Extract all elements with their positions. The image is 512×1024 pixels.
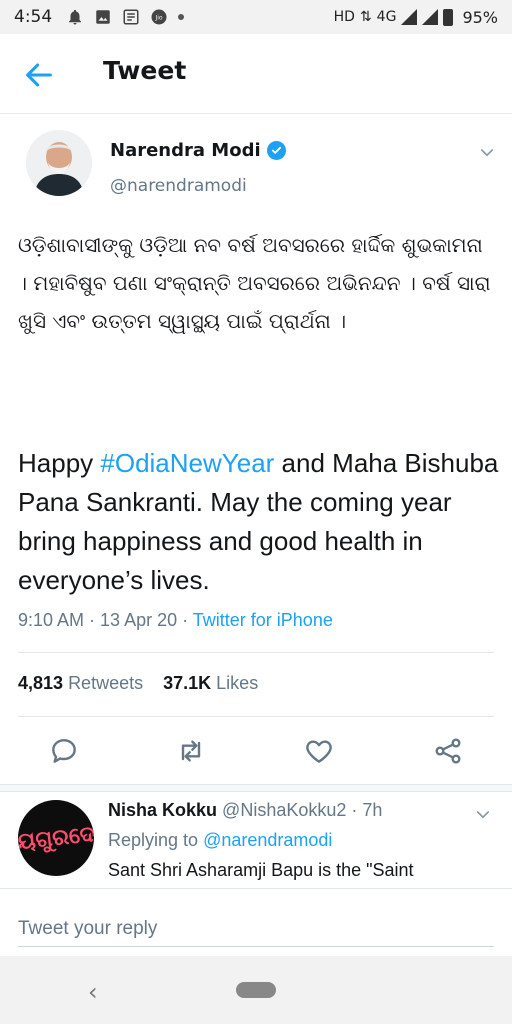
reply-header: Nisha Kokku @NishaKokku2 · 7h: [108, 800, 382, 821]
retweets-label: Retweets: [68, 673, 144, 693]
tweet-stats: 4,813 Retweets 37.1K Likes: [18, 673, 258, 694]
share-icon[interactable]: [432, 735, 464, 767]
avatar-logo-text: ଜୟଗୁରଦେବ: [18, 819, 94, 857]
hd-label: HD: [333, 9, 355, 25]
signal-icon: [401, 9, 418, 25]
reply-icon[interactable]: [48, 735, 80, 767]
chevron-down-icon[interactable]: [474, 806, 492, 824]
likes-label: Likes: [216, 673, 259, 693]
network-type: 4G: [376, 9, 397, 25]
notification-icons: Jio: [66, 8, 185, 26]
retweets-stat[interactable]: 4,813 Retweets: [18, 673, 143, 694]
likes-count: 37.1K: [163, 673, 212, 693]
system-nav-bar: ‹: [0, 956, 512, 1024]
author-avatar[interactable]: [26, 130, 92, 196]
more-notifications-dot: [178, 14, 185, 20]
nav-back-icon[interactable]: ‹: [88, 978, 98, 1006]
battery-percent: 95%: [462, 7, 498, 27]
chevron-down-icon[interactable]: [478, 144, 496, 162]
tweet-meta: 9:10 AM · 13 Apr 20 · Twitter for iPhone: [18, 610, 333, 631]
reply-author-name[interactable]: Nisha Kokku: [108, 800, 217, 820]
like-icon[interactable]: [303, 735, 335, 767]
data-arrows-icon: ⇅: [359, 9, 372, 25]
reply-age: · 7h: [351, 800, 383, 820]
tweet-timestamp: 9:10 AM · 13 Apr 20 ·: [18, 610, 193, 630]
tweet-text-english: Happy #OdiaNewYear and Maha Bishuba Pana…: [18, 444, 502, 600]
reply-input[interactable]: [18, 911, 494, 947]
status-right: HD ⇅ 4G 95%: [334, 8, 498, 27]
tweet-text-odia: ଓଡ଼ିଶାବାସୀଙ୍କୁ ଓଡ଼ିଆ ନବ ବର୍ଷ ଅବସରରେ ହାର୍…: [18, 233, 491, 333]
retweet-icon[interactable]: [175, 735, 207, 767]
battery-icon: [443, 8, 454, 26]
likes-stat[interactable]: 37.1K Likes: [163, 673, 258, 694]
replying-to: Replying to @narendramodi: [108, 830, 332, 851]
replying-to-mention[interactable]: @narendramodi: [203, 830, 332, 850]
news-icon: [123, 9, 139, 25]
author-name[interactable]: Narendra Modi: [110, 140, 286, 161]
reply-separator: [0, 784, 512, 792]
tweet-source-link[interactable]: Twitter for iPhone: [193, 610, 333, 630]
app-bar: Tweet: [0, 34, 512, 114]
bell-icon: [69, 9, 82, 25]
divider: [18, 716, 494, 717]
replying-to-label: Replying to: [108, 830, 204, 850]
divider: [18, 652, 494, 653]
signal-icon-2: [422, 9, 439, 25]
page-title: Tweet: [103, 56, 187, 85]
nav-home-pill-icon[interactable]: [236, 982, 276, 998]
verified-badge-icon: [266, 141, 286, 160]
hashtag-link[interactable]: #OdiaNewYear: [100, 448, 274, 478]
author-handle[interactable]: @narendramodi: [110, 176, 247, 196]
status-time: 4:54: [14, 7, 53, 27]
tweet-actions: [0, 735, 512, 769]
image-icon: [96, 10, 110, 24]
arrow-left-icon[interactable]: [22, 58, 56, 92]
jio-icon: Jio: [151, 9, 167, 25]
tweet-text-prefix: Happy: [18, 448, 101, 478]
reply-composer: [0, 888, 512, 956]
reply-text: Sant Shri Asharamji Bapu is the "Saint: [108, 860, 414, 880]
reply-author-handle[interactable]: @NishaKokku2: [222, 800, 346, 820]
svg-text:Jio: Jio: [155, 14, 163, 21]
reply-author-avatar[interactable]: ଜୟଗୁରଦେବ: [18, 800, 94, 876]
status-bar: 4:54 Jio HD ⇅ 4G 95%: [0, 0, 512, 34]
author-name-text: Narendra Modi: [110, 140, 261, 161]
retweets-count: 4,813: [18, 673, 64, 693]
